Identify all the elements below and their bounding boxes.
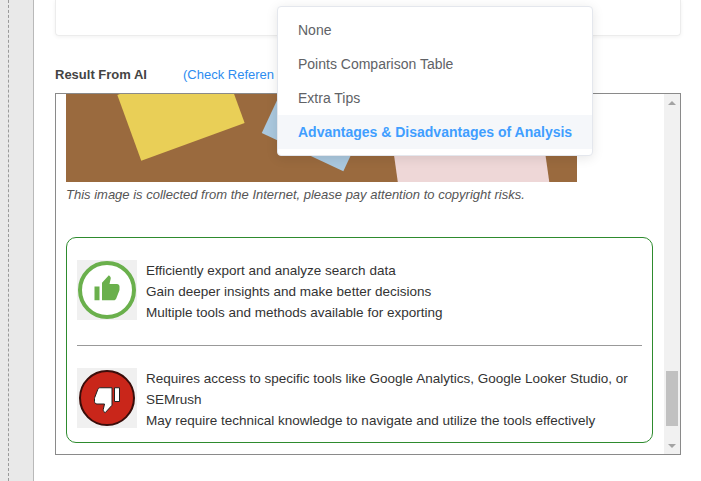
dropdown-item[interactable]: Points Comparison Table	[278, 47, 592, 81]
page: Result From AI(Check Referen This image i…	[0, 0, 701, 481]
pros-cons-box: Efficiently export and analyze search da…	[66, 237, 653, 443]
pro-item: Efficiently export and analyze search da…	[146, 260, 442, 281]
thumbs-up-icon	[77, 260, 137, 320]
divider	[77, 345, 642, 346]
pro-item: Multiple tools and methods available for…	[146, 302, 442, 323]
dashed-line	[8, 0, 9, 481]
cons-section: Requires access to specific tools like G…	[77, 368, 642, 431]
scroll-down-button[interactable]	[664, 437, 680, 454]
result-label: Result From AI	[55, 67, 183, 82]
dropdown-item[interactable]: None	[278, 13, 592, 47]
scroll-track[interactable]	[664, 111, 680, 437]
dropdown-menu: NonePoints Comparison TableExtra TipsAdv…	[277, 6, 593, 156]
scroll-thumb[interactable]	[666, 371, 678, 426]
dropdown-item[interactable]: Advantages & Disadvantages of Analysis	[278, 115, 592, 149]
check-reference-link[interactable]: (Check Referen	[183, 67, 274, 82]
con-item: May require technical knowledge to navig…	[146, 410, 642, 431]
arrow-down-icon	[668, 444, 676, 448]
con-item: Requires access to specific tools like G…	[146, 368, 642, 410]
pro-item: Gain deeper insights and make better dec…	[146, 281, 442, 302]
scroll-up-button[interactable]	[664, 94, 680, 111]
thumbs-up-icon-frame	[77, 260, 137, 320]
dropdown-item[interactable]: Extra Tips	[278, 81, 592, 115]
pros-section: Efficiently export and analyze search da…	[77, 260, 642, 323]
scrollbar[interactable]	[664, 94, 680, 454]
left-gutter	[0, 0, 34, 481]
cons-list: Requires access to specific tools like G…	[146, 368, 642, 431]
thumbs-down-icon-frame	[77, 368, 137, 428]
arrow-up-icon	[668, 101, 676, 105]
pros-list: Efficiently export and analyze search da…	[146, 260, 442, 323]
cloth-shape	[117, 94, 244, 161]
thumbs-down-icon	[77, 368, 137, 428]
image-caption: This image is collected from the Interne…	[66, 186, 653, 204]
